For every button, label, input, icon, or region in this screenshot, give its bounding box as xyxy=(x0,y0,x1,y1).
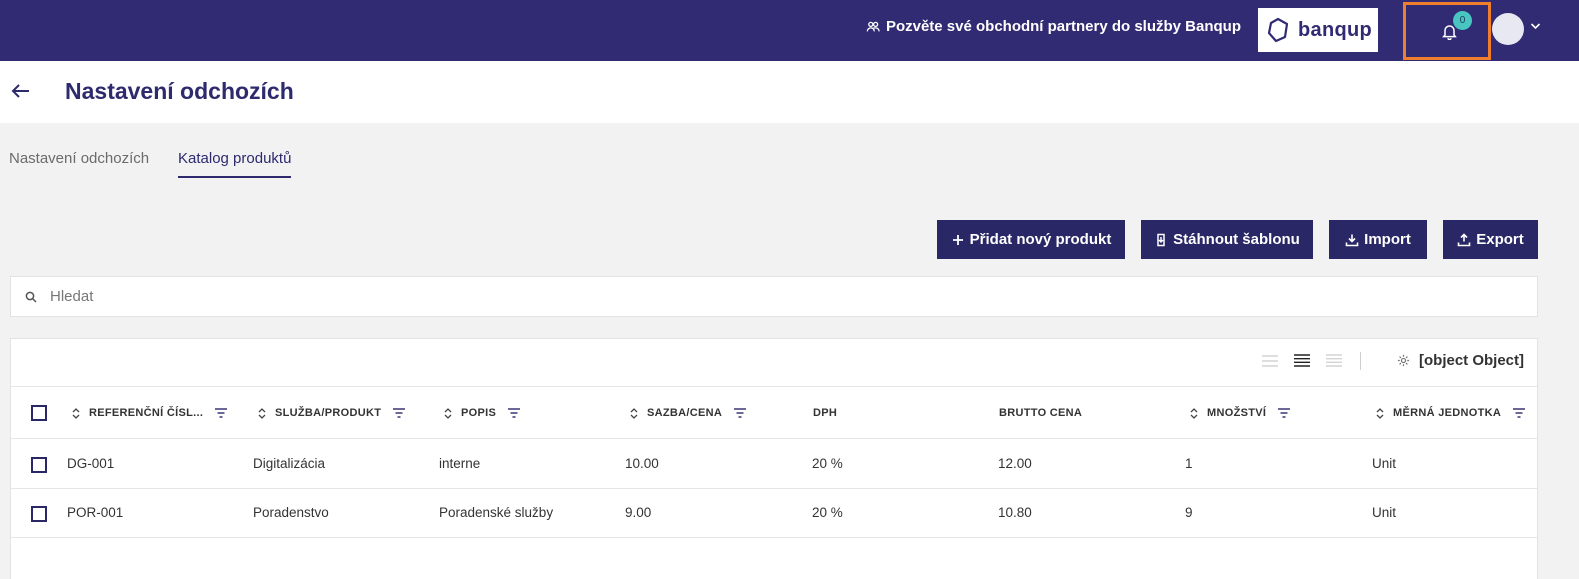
filter-icon[interactable] xyxy=(734,408,747,418)
add-product-label: Přidat nový produkt xyxy=(969,231,1112,248)
column-header-reference: REFERENČNÍ ČÍSL... xyxy=(71,407,228,419)
tab-outgoing-settings[interactable]: Nastavení odchozích xyxy=(9,150,149,176)
import-button[interactable]: Import xyxy=(1329,220,1427,259)
column-header-description: POPIS xyxy=(443,407,521,419)
column-label: SLUŽBA/PRODUKT xyxy=(275,407,382,419)
people-icon xyxy=(866,21,880,31)
add-product-button[interactable]: Přidat nový produkt xyxy=(937,220,1125,259)
user-avatar[interactable] xyxy=(1492,13,1524,45)
cell-unit: Unit xyxy=(1372,505,1397,520)
tab-product-catalog[interactable]: Katalog produktů xyxy=(178,150,292,178)
notifications-button[interactable]: 0 xyxy=(1403,2,1491,60)
table-settings-button[interactable]: [object Object] xyxy=(1397,352,1524,369)
cell-service: Poradenstvo xyxy=(253,505,329,520)
export-label: Export xyxy=(1476,231,1524,248)
cell-quantity: 9 xyxy=(1185,505,1193,520)
column-label: BRUTTO CENA xyxy=(999,407,1083,419)
column-label: POPIS xyxy=(461,407,497,419)
column-label: MĚRNÁ JEDNOTKA xyxy=(1393,407,1502,419)
banqup-wordmark: banqup xyxy=(1298,18,1373,41)
density-compact-icon[interactable] xyxy=(1261,353,1279,369)
banqup-logo[interactable]: banqup xyxy=(1258,8,1378,52)
export-button[interactable]: Export xyxy=(1443,220,1538,259)
notification-count-badge: 0 xyxy=(1453,11,1472,30)
row-checkbox[interactable] xyxy=(31,506,47,522)
download-template-button[interactable]: Stáhnout šablonu xyxy=(1141,220,1313,259)
cell-rate: 10.00 xyxy=(625,456,659,471)
search-bar xyxy=(10,276,1538,317)
cell-gross-price: 12.00 xyxy=(998,456,1032,471)
column-header-vat: DPH xyxy=(813,407,837,419)
sort-icon[interactable] xyxy=(629,407,639,419)
cell-gross-price: 10.80 xyxy=(998,505,1032,520)
back-arrow-icon[interactable] xyxy=(10,80,32,102)
sort-icon[interactable] xyxy=(71,407,81,419)
gear-icon xyxy=(1397,354,1410,367)
sort-icon[interactable] xyxy=(1375,407,1385,419)
import-label: Import xyxy=(1364,231,1411,248)
search-input[interactable] xyxy=(50,288,1450,305)
column-header-quantity: MNOŽSTVÍ xyxy=(1189,407,1291,419)
cell-rate: 9.00 xyxy=(625,505,652,520)
cell-reference: DG-001 xyxy=(67,456,115,471)
filter-icon[interactable] xyxy=(393,408,406,418)
table-settings-label: [object Object] xyxy=(1419,352,1525,369)
top-bar: Pozvěte své obchodní partnery do služby … xyxy=(0,0,1579,61)
column-label: DPH xyxy=(813,407,838,419)
sort-icon[interactable] xyxy=(443,407,453,419)
banqup-logo-mark-icon xyxy=(1267,17,1289,43)
sort-icon[interactable] xyxy=(257,407,267,419)
toolbar-divider xyxy=(1360,352,1361,370)
invite-label: Pozvěte své obchodní partnery do služby … xyxy=(885,18,1241,35)
cell-quantity: 1 xyxy=(1185,456,1193,471)
cell-reference: POR-001 xyxy=(67,505,124,520)
cell-vat: 20 % xyxy=(812,505,843,520)
cell-unit: Unit xyxy=(1372,456,1397,471)
download-template-label: Stáhnout šablonu xyxy=(1173,231,1300,248)
row-checkbox[interactable] xyxy=(31,457,47,473)
column-label: MNOŽSTVÍ xyxy=(1207,407,1267,419)
density-comfortable-icon[interactable] xyxy=(1325,353,1343,369)
column-header-service: SLUŽBA/PRODUKT xyxy=(257,407,406,419)
column-header-gross-price: BRUTTO CENA xyxy=(999,407,1082,419)
invite-partners-link[interactable]: Pozvěte své obchodní partnery do služby … xyxy=(866,18,1241,35)
upload-icon xyxy=(1457,232,1471,246)
page-header: Nastavení odchozích xyxy=(0,61,1579,123)
sort-icon[interactable] xyxy=(1189,407,1199,419)
plus-icon xyxy=(952,234,963,245)
filter-icon[interactable] xyxy=(1278,408,1291,418)
column-header-rate: SAZBA/CENA xyxy=(629,407,747,419)
cell-service: Digitalizácia xyxy=(253,456,326,471)
select-all-checkbox[interactable] xyxy=(31,405,47,421)
chevron-down-icon[interactable] xyxy=(1530,22,1541,30)
template-download-icon xyxy=(1157,233,1165,246)
cell-description: Poradenské služby xyxy=(439,505,554,520)
cell-vat: 20 % xyxy=(812,456,843,471)
page-title: Nastavení odchozích xyxy=(65,78,294,104)
filter-icon[interactable] xyxy=(508,408,521,418)
table-row[interactable]: POR-001 Poradenstvo Poradenské služby 9.… xyxy=(11,489,1537,538)
filter-icon[interactable] xyxy=(1513,408,1526,418)
density-standard-icon[interactable] xyxy=(1293,353,1311,369)
cell-description: interne xyxy=(439,456,481,471)
product-table-card: [object Object] REFERENČNÍ ČÍSL... SLUŽB… xyxy=(10,338,1538,579)
column-label: REFERENČNÍ ČÍSL... xyxy=(89,407,204,419)
search-icon xyxy=(25,291,37,303)
column-header-unit: MĚRNÁ JEDNOTKA xyxy=(1375,407,1526,419)
filter-icon[interactable] xyxy=(215,408,228,418)
table-header-row: REFERENČNÍ ČÍSL... SLUŽBA/PRODUKT POPIS … xyxy=(11,388,1537,439)
download-icon xyxy=(1345,234,1359,246)
column-label: SAZBA/CENA xyxy=(647,407,723,419)
table-toolbar: [object Object] xyxy=(11,339,1537,387)
table-row[interactable]: DG-001 Digitalizácia interne 10.00 20 % … xyxy=(11,440,1537,489)
